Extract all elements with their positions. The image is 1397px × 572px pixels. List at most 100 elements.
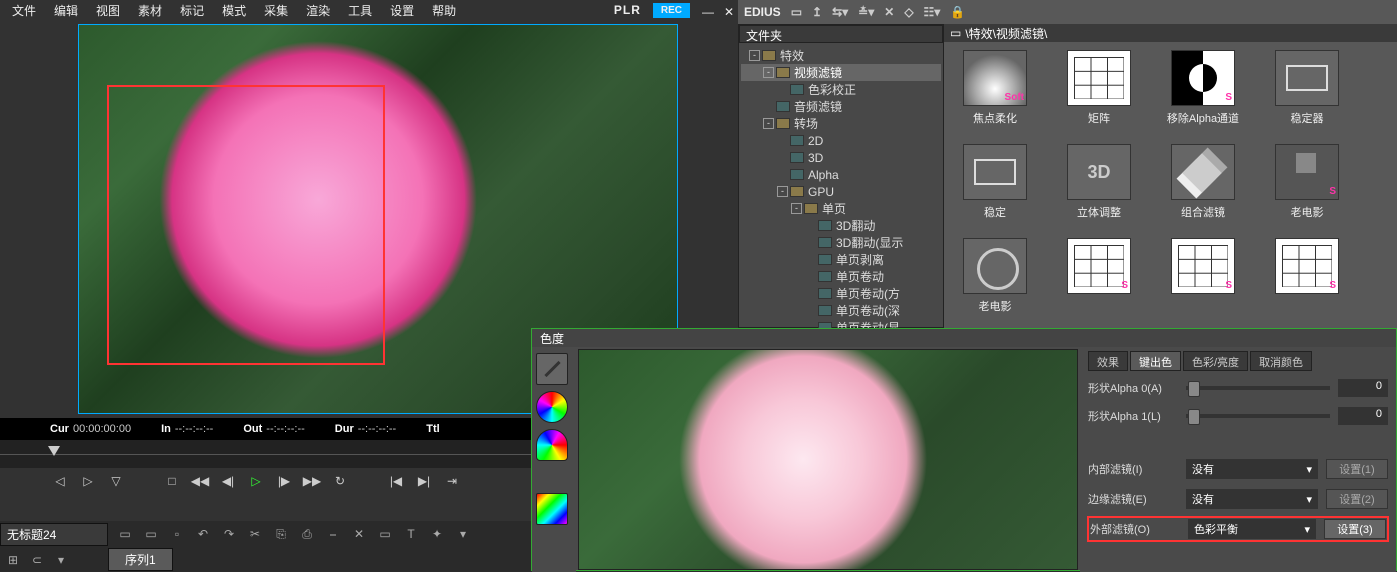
tool-icon[interactable]: ☷▾ <box>924 5 941 19</box>
save-icon[interactable]: ▫ <box>168 525 186 543</box>
effect-item[interactable]: 老电影 <box>952 238 1038 314</box>
cur-tc[interactable]: 00:00:00:00 <box>73 423 131 435</box>
mark-out-icon[interactable]: ▷ <box>78 472 98 490</box>
color-wheel-icon[interactable] <box>536 391 568 423</box>
selection-rectangle[interactable] <box>107 85 385 365</box>
title-icon[interactable]: T <box>402 525 420 543</box>
effect-item[interactable]: S <box>1264 238 1350 314</box>
eyedropper-icon[interactable] <box>536 353 568 385</box>
tab-effect[interactable]: 效果 <box>1088 351 1128 371</box>
edge-filter-select[interactable]: 没有▾ <box>1186 489 1318 509</box>
minimize-icon[interactable]: — <box>694 3 712 17</box>
copy-icon[interactable]: ⎘ <box>272 525 290 543</box>
alpha0-slider[interactable] <box>1186 386 1330 390</box>
tool-icon[interactable]: ≛▾ <box>858 5 874 19</box>
toggle-icon[interactable]: - <box>791 203 802 214</box>
effect-item[interactable]: S <box>1160 238 1246 314</box>
tree-node[interactable]: 色彩校正 <box>741 81 941 98</box>
tree-node[interactable]: -转场 <box>741 115 941 132</box>
loop-icon[interactable]: ↻ <box>330 472 350 490</box>
step-fwd-icon[interactable]: |▶ <box>274 472 294 490</box>
menu-help[interactable]: 帮助 <box>424 0 464 21</box>
rec-badge[interactable]: REC <box>653 3 690 18</box>
tree-node[interactable]: -GPU <box>741 183 941 200</box>
menu-marker[interactable]: 标记 <box>172 0 212 21</box>
menu-view[interactable]: 视图 <box>88 0 128 21</box>
next-edit-icon[interactable]: ▶| <box>414 472 434 490</box>
menu-tools[interactable]: 工具 <box>340 0 380 21</box>
chroma-preview[interactable] <box>578 349 1078 570</box>
sequence-tab[interactable]: 序列1 <box>108 548 173 571</box>
new-icon[interactable]: ▭ <box>116 525 134 543</box>
toggle-icon[interactable]: - <box>763 118 774 129</box>
tree-node[interactable]: 2D <box>741 132 941 149</box>
toggle-icon[interactable]: - <box>749 50 760 61</box>
mark-in-icon[interactable]: ◁ <box>50 472 70 490</box>
effect-item[interactable]: 矩阵 <box>1056 50 1142 126</box>
effect-item[interactable]: 稳定器 <box>1264 50 1350 126</box>
split-icon[interactable]: ⎯ <box>324 525 342 543</box>
alpha1-value[interactable]: 0 <box>1338 407 1388 425</box>
close-icon[interactable]: ✕ <box>716 3 734 17</box>
tree-node[interactable]: 3D <box>741 149 941 166</box>
stop-icon[interactable]: □ <box>162 472 182 490</box>
menu-settings[interactable]: 设置 <box>382 0 422 21</box>
dropdown-icon[interactable]: ▾ <box>454 525 472 543</box>
tree-node[interactable]: 单页卷动(方 <box>741 285 941 302</box>
menu-render[interactable]: 渲染 <box>298 0 338 21</box>
ffwd-icon[interactable]: ▶▶ <box>302 472 322 490</box>
tree-node[interactable]: 单页卷动(深 <box>741 302 941 319</box>
menu-edit[interactable]: 编辑 <box>46 0 86 21</box>
tree-node[interactable]: 单页剥离 <box>741 251 941 268</box>
inner-filter-select[interactable]: 没有▾ <box>1186 459 1318 479</box>
tab-keyout[interactable]: 键出色 <box>1130 351 1181 371</box>
menu-clip[interactable]: 素材 <box>130 0 170 21</box>
tree-node[interactable]: -视频滤镜 <box>741 64 941 81</box>
open-icon[interactable]: ▭ <box>142 525 160 543</box>
snap-icon[interactable]: ⊞ <box>4 551 22 569</box>
tool-icon[interactable]: ◇ <box>904 5 913 19</box>
alpha1-slider[interactable] <box>1186 414 1330 418</box>
group-icon[interactable]: ▭ <box>376 525 394 543</box>
outer-filter-select[interactable]: 色彩平衡▾ <box>1188 519 1316 539</box>
effect-icon[interactable]: ✦ <box>428 525 446 543</box>
menu-mode[interactable]: 模式 <box>214 0 254 21</box>
effect-item[interactable]: Soft焦点柔化 <box>952 50 1038 126</box>
menu-capture[interactable]: 采集 <box>256 0 296 21</box>
tool-icon[interactable]: ↥ <box>812 5 822 19</box>
effect-item[interactable]: S移除Alpha通道 <box>1160 50 1246 126</box>
effect-item[interactable]: S <box>1056 238 1142 314</box>
toggle-icon[interactable]: - <box>763 67 774 78</box>
effect-item[interactable]: S老电影 <box>1264 144 1350 220</box>
menu-file[interactable]: 文件 <box>4 0 44 21</box>
more-icon[interactable]: ▾ <box>52 551 70 569</box>
tab-colorluma[interactable]: 色彩/亮度 <box>1183 351 1248 371</box>
undo-icon[interactable]: ↶ <box>194 525 212 543</box>
in-tc[interactable]: --:--:--:-- <box>175 423 213 435</box>
playhead-icon[interactable] <box>48 446 60 456</box>
step-back-icon[interactable]: ◀| <box>218 472 238 490</box>
delete-icon[interactable]: ✕ <box>350 525 368 543</box>
tree-node[interactable]: -单页 <box>741 200 941 217</box>
redo-icon[interactable]: ↷ <box>220 525 238 543</box>
dur-tc[interactable]: --:--:--:-- <box>358 423 396 435</box>
alpha0-value[interactable]: 0 <box>1338 379 1388 397</box>
tree-node[interactable]: 单页卷动 <box>741 268 941 285</box>
tree-node[interactable]: 3D翻动 <box>741 217 941 234</box>
tree-node[interactable]: Alpha <box>741 166 941 183</box>
tool-icon[interactable]: ✕ <box>884 5 894 19</box>
outer-settings-button[interactable]: 设置(3) <box>1324 519 1386 539</box>
tool-icon[interactable]: ▭ <box>791 5 802 19</box>
magnet-icon[interactable]: ⊂ <box>28 551 46 569</box>
cut-icon[interactable]: ✂ <box>246 525 264 543</box>
tool-icon[interactable]: ⇆▾ <box>832 5 848 19</box>
play-icon[interactable]: ▷ <box>246 472 266 490</box>
tree-node[interactable]: -特效 <box>741 47 941 64</box>
toggle-icon[interactable]: - <box>777 186 788 197</box>
effect-item[interactable]: 组合滤镜 <box>1160 144 1246 220</box>
flag-icon[interactable]: ▽ <box>106 472 126 490</box>
effect-item[interactable]: 稳定 <box>952 144 1038 220</box>
insert-icon[interactable]: ⇥ <box>442 472 462 490</box>
tree-node[interactable]: 音频滤镜 <box>741 98 941 115</box>
tree-node[interactable]: 3D翻动(显示 <box>741 234 941 251</box>
